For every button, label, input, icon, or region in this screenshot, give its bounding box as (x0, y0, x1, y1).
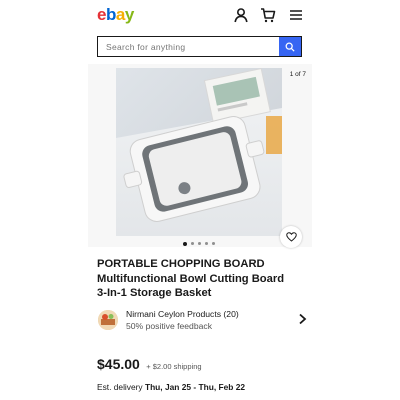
image-gallery[interactable]: 1 of 7 (88, 64, 312, 247)
pagination-dot[interactable] (205, 242, 208, 245)
pagination-dot[interactable] (183, 241, 187, 246)
pagination-dot[interactable] (212, 242, 215, 245)
price: $45.00 (97, 356, 140, 372)
cart-icon[interactable] (260, 7, 276, 23)
heart-icon (285, 232, 297, 242)
listing-title: PORTABLE CHOPPING BOARD Multifunctional … (97, 258, 285, 299)
chevron-right-icon[interactable] (297, 313, 307, 325)
search-bar (97, 36, 302, 57)
ebay-logo[interactable]: ebay (97, 4, 134, 26)
gallery-pagination (183, 241, 215, 246)
seller-name[interactable]: Nirmani Ceylon Products (20) (126, 309, 239, 319)
search-button[interactable] (279, 37, 301, 56)
seller-feedback: 50% positive feedback (126, 321, 212, 331)
product-image[interactable] (116, 68, 282, 236)
seller-avatar (98, 310, 118, 330)
user-icon[interactable] (233, 7, 249, 23)
search-icon (285, 42, 295, 52)
pagination-dot[interactable] (198, 242, 201, 245)
app-screen: ebay Search for anything 1 of 7 PORTABLE… (88, 0, 312, 400)
search-input[interactable] (98, 37, 289, 56)
menu-icon[interactable] (288, 7, 304, 23)
pagination-dot[interactable] (191, 242, 194, 245)
watchlist-button[interactable] (280, 226, 302, 248)
page: ebay Search for anything 1 of 7 PORTABLE… (0, 0, 400, 400)
image-counter: 1 of 7 (289, 71, 306, 78)
seller-info[interactable]: Nirmani Ceylon Products (20) 50% positiv… (97, 309, 307, 335)
price-row: $45.00 + $2.00 shipping (97, 356, 202, 374)
header: ebay (88, 0, 312, 32)
shipping-cost: + $2.00 shipping (146, 362, 202, 371)
estimated-delivery: Est. delivery Thu, Jan 25 - Thu, Feb 22 (97, 382, 246, 392)
